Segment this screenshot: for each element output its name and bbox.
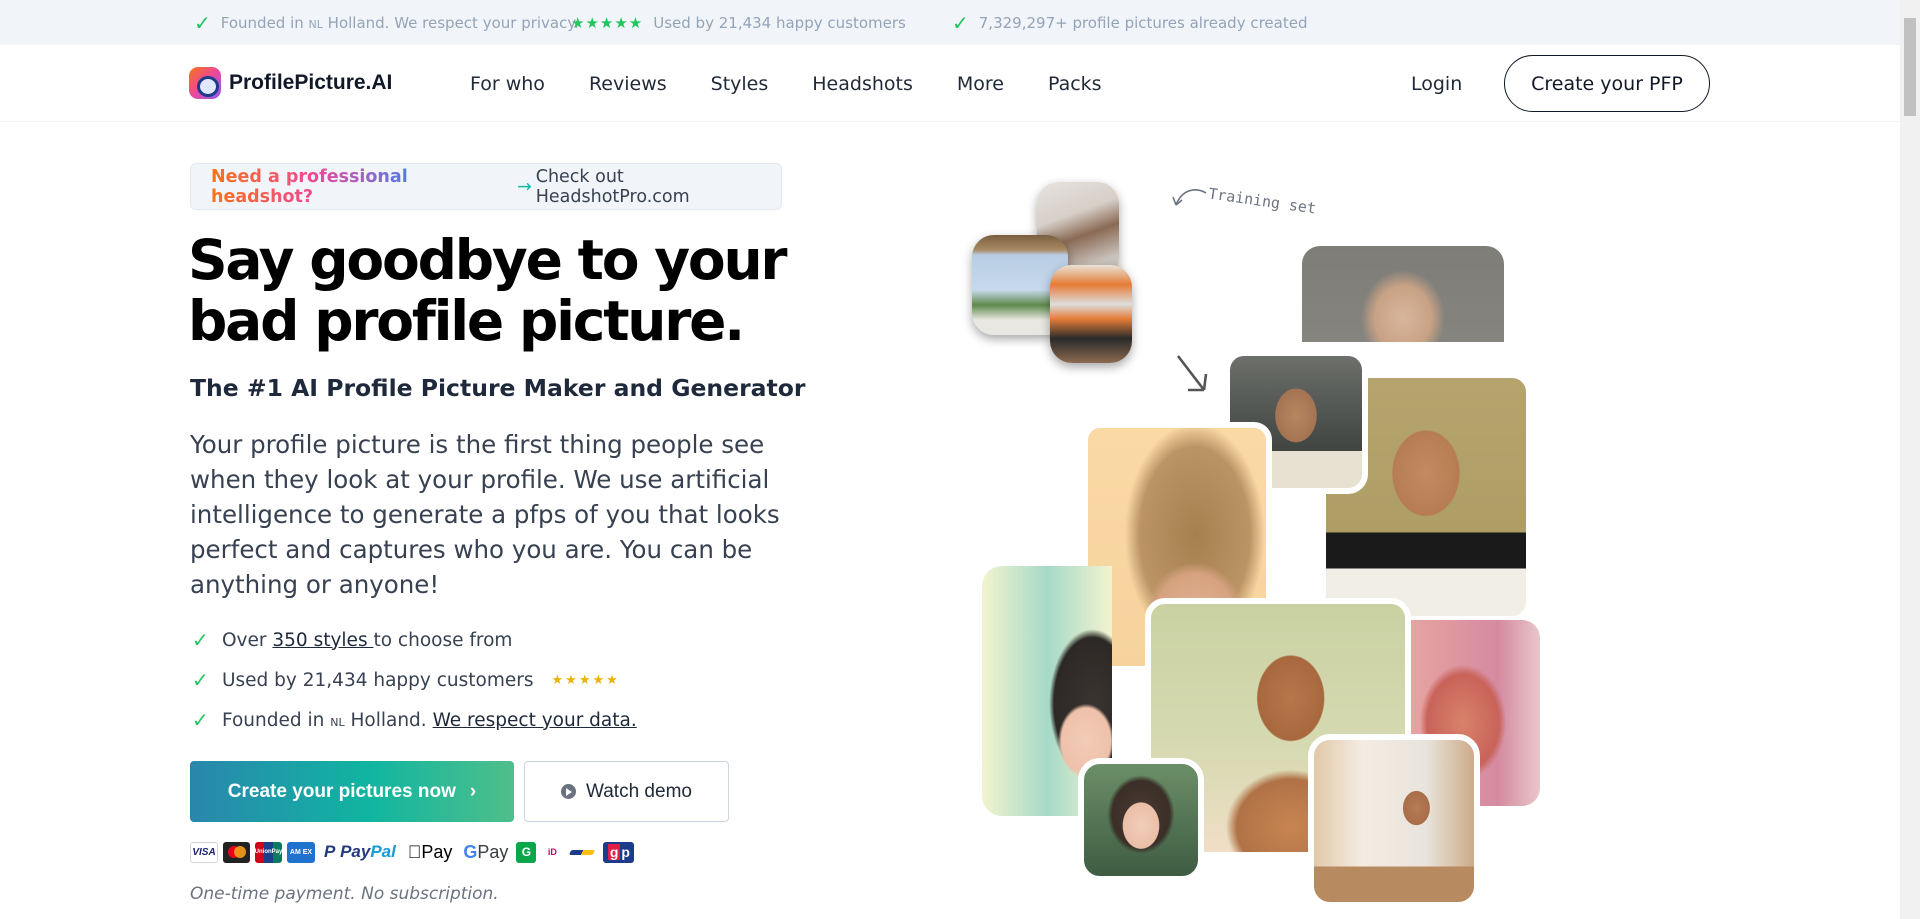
amex-icon: AM EX xyxy=(287,841,315,863)
nav-link-packs[interactable]: Packs xyxy=(1048,73,1102,95)
google-pay-icon: G Pay xyxy=(449,841,508,862)
generated-grey-portrait xyxy=(1302,246,1504,342)
hero-paragraph: Your profile picture is the first thing … xyxy=(190,430,780,599)
brand-logo-link[interactable]: ProfilePicture.AI xyxy=(189,67,392,99)
check-icon: ✓ xyxy=(192,628,209,652)
bancontact-icon xyxy=(568,842,598,863)
watch-demo-button[interactable]: Watch demo xyxy=(524,761,729,822)
top-info-bar: ✓ Founded in NL Holland. We respect your… xyxy=(0,0,1900,45)
watch-demo-label: Watch demo xyxy=(586,780,692,802)
checklist-item-customers: ✓ Used by 21,434 happy customers ★★★★★ xyxy=(192,660,637,700)
privacy-link[interactable]: We respect your data. xyxy=(433,710,637,731)
checklist-text: to choose from xyxy=(373,629,513,651)
paypal-icon: P Pay Pal xyxy=(324,842,396,861)
checklist-text: Used by 21,434 happy customers xyxy=(222,669,534,691)
topbar-privacy-prefix: Founded in xyxy=(220,13,309,32)
banner-text: Check out HeadshotPro.com xyxy=(535,166,690,207)
nav-link-for-who[interactable]: For who xyxy=(470,73,545,95)
feature-checklist: ✓ Over 350 styles to choose from ✓ Used … xyxy=(192,620,637,740)
topbar-created: ✓ 7,329,297+ profile pictures already cr… xyxy=(952,0,1307,45)
training-set-annotation: Training set xyxy=(1207,184,1318,218)
country-code: NL xyxy=(330,715,345,729)
topbar-customers: ★★★★★ Used by 21,434 happy customers xyxy=(571,0,906,45)
country-code: NL xyxy=(308,17,323,31)
check-icon: ✓ xyxy=(192,668,209,692)
headshotpro-banner[interactable]: Need a professional headshot? → Check ou… xyxy=(190,163,782,210)
unionpay-icon: UnionPay xyxy=(255,841,282,863)
create-pictures-button[interactable]: Create your pictures now › xyxy=(190,761,514,822)
topbar-privacy: ✓ Founded in NL Holland. We respect your… xyxy=(194,0,579,45)
nav-link-more[interactable]: More xyxy=(957,73,1004,95)
curved-arrow-icon xyxy=(1172,189,1207,206)
login-link[interactable]: Login xyxy=(1411,73,1462,95)
scrollbar-thumb[interactable] xyxy=(1904,18,1916,116)
main-nav: ProfilePicture.AI For who Reviews Styles… xyxy=(0,45,1900,122)
giropay-icon: G xyxy=(516,841,537,863)
logo-icon xyxy=(189,67,221,99)
check-icon: ✓ xyxy=(192,708,209,732)
styles-link[interactable]: 350 styles xyxy=(272,630,373,651)
checklist-text: Founded in xyxy=(222,709,331,731)
checklist-item-styles: ✓ Over 350 styles to choose from xyxy=(192,620,637,660)
checklist-text: Holland. xyxy=(344,709,433,731)
topbar-privacy-suffix: Holland. We respect your privacy. xyxy=(322,13,579,32)
nav-link-headshots[interactable]: Headshots xyxy=(812,73,913,95)
nav-link-reviews[interactable]: Reviews xyxy=(589,73,667,95)
generated-anime-portrait xyxy=(1078,758,1204,882)
apple-pay-icon:  Pay xyxy=(407,841,453,862)
hero-headline: Say goodbye to your bad profile picture. xyxy=(188,230,808,352)
brand-name: ProfilePicture.AI xyxy=(229,71,393,94)
payment-methods: VISA UnionPay AM EX P PayPal  Pay G Pay… xyxy=(190,840,635,864)
generated-cafe-portrait xyxy=(1308,734,1480,908)
chevron-right-icon: › xyxy=(469,780,477,802)
stars-icon: ★★★★★ xyxy=(571,13,644,32)
checklist-item-founded: ✓ Founded in NL Holland. We respect your… xyxy=(192,700,637,740)
arrow-down-right-icon xyxy=(1176,355,1208,392)
checklist-text: Over xyxy=(222,629,273,651)
gp-payment-icon: gp xyxy=(603,841,635,863)
topbar-customers-text: Used by 21,434 happy customers xyxy=(653,13,906,32)
nav-link-styles[interactable]: Styles xyxy=(711,73,769,95)
stars-icon: ★★★★★ xyxy=(551,672,620,688)
headline-line-1: Say goodbye to your xyxy=(188,228,788,292)
ideal-icon: iD xyxy=(534,847,557,857)
topbar-created-text: 7,329,297+ profile pictures already crea… xyxy=(978,13,1308,32)
headline-line-2: bad profile picture. xyxy=(188,289,745,353)
nav-links: For who Reviews Styles Headshots More Pa… xyxy=(470,45,1102,122)
page-scrollbar[interactable] xyxy=(1900,0,1920,919)
hero-subheading: The #1 AI Profile Picture Maker and Gene… xyxy=(190,374,806,402)
check-icon: ✓ xyxy=(194,10,211,35)
play-icon xyxy=(561,784,577,799)
payment-note: One-time payment. No subscription. xyxy=(190,884,499,904)
example-collage: Training set xyxy=(960,170,1580,919)
create-pictures-label: Create your pictures now xyxy=(227,780,456,802)
mastercard-icon xyxy=(223,841,250,863)
banner-highlight: Need a professional headshot? xyxy=(211,167,513,207)
check-icon: ✓ xyxy=(952,10,969,35)
create-pfp-button[interactable]: Create your PFP xyxy=(1504,55,1710,112)
training-photo-supermarket xyxy=(1050,265,1132,363)
visa-icon: VISA xyxy=(190,841,218,863)
arrow-right-icon: → xyxy=(517,176,532,197)
